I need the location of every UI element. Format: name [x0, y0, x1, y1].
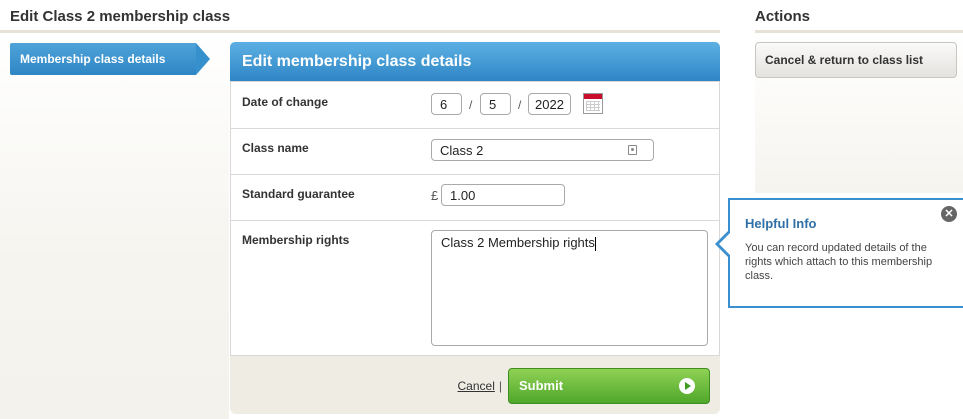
contact-card-icon: [628, 145, 637, 155]
arrow-right-icon: [679, 378, 695, 394]
membership-rights-textarea[interactable]: Class 2 Membership rights: [431, 230, 708, 346]
year-input[interactable]: 2022: [528, 93, 571, 115]
month-input[interactable]: 5: [480, 93, 511, 115]
submit-button[interactable]: Submit: [508, 368, 710, 404]
cancel-return-button[interactable]: Cancel & return to class list: [755, 42, 957, 78]
submit-label: Submit: [519, 378, 564, 393]
edit-panel: Edit membership class details Date of ch…: [230, 42, 720, 414]
sidebar-item-membership-class-details[interactable]: Membership class details: [10, 43, 210, 75]
class-name-input[interactable]: Class 2: [431, 139, 654, 161]
class-name-label: Class name: [242, 141, 309, 155]
date-separator: /: [469, 98, 473, 112]
class-name-row: Class name Class 2: [231, 128, 719, 175]
currency-symbol: £: [431, 188, 439, 203]
standard-guarantee-input[interactable]: 1.00: [441, 184, 565, 206]
membership-rights-label: Membership rights: [242, 233, 350, 247]
class-name-value: Class 2: [440, 143, 484, 158]
standard-guarantee-label: Standard guarantee: [242, 187, 355, 201]
actions-title: Actions: [755, 8, 811, 25]
day-input[interactable]: 6: [431, 93, 462, 115]
footer-separator: |: [498, 379, 502, 393]
text-cursor: [594, 236, 596, 251]
close-icon[interactable]: ✕: [941, 206, 957, 222]
page-title: Edit Class 2 membership class: [10, 8, 231, 25]
membership-rights-value: Class 2 Membership rights: [441, 235, 595, 250]
calendar-icon[interactable]: [583, 93, 603, 114]
help-pointer-inner: [719, 232, 731, 256]
help-title: Helpful Info: [745, 216, 817, 231]
panel-header: Edit membership class details: [230, 42, 720, 81]
left-column-background: [0, 33, 229, 419]
form-body: Date of change 6 / 5 / 2022 Class name C…: [230, 81, 720, 356]
form-footer: Cancel | Submit: [458, 368, 710, 404]
helpful-info-box: Helpful Info ✕ You can record updated de…: [715, 198, 963, 308]
date-of-change-row: Date of change 6 / 5 / 2022: [231, 82, 719, 129]
help-text: You can record updated details of the ri…: [745, 242, 933, 282]
date-of-change-label: Date of change: [242, 95, 329, 109]
date-separator: /: [518, 98, 522, 112]
membership-rights-row: Membership rights Class 2 Membership rig…: [231, 220, 719, 357]
standard-guarantee-row: Standard guarantee £ 1.00: [231, 174, 719, 221]
cancel-link[interactable]: Cancel: [458, 379, 495, 393]
